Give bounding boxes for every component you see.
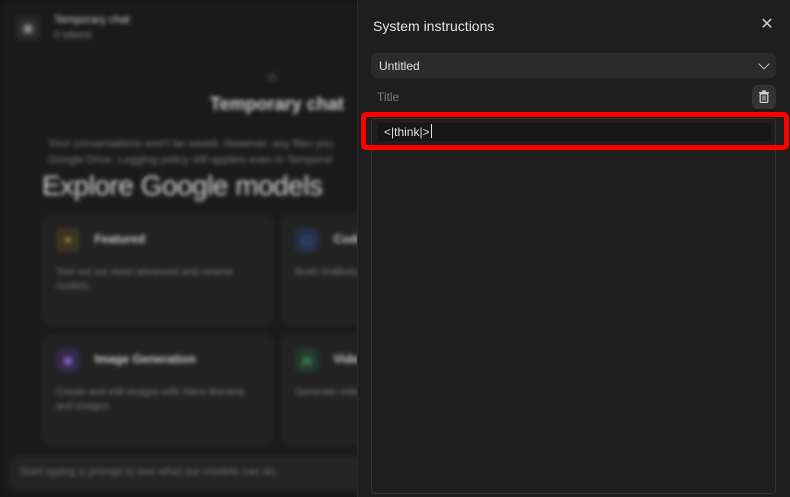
card-desc: Test out our most advanced and newest mo… [56,267,233,292]
video-icon: ▤ [295,348,319,372]
instruction-select-value: Untitled [379,58,420,73]
system-instructions-panel: System instructions ✕ Untitled <|think|> [357,0,790,497]
card-desc: Create and edit images with Nano Banana … [56,387,244,412]
card-title: Image Generation [94,352,196,367]
instruction-select[interactable]: Untitled [371,53,776,78]
trash-icon[interactable] [752,84,776,109]
card-title: Featured [94,231,146,246]
system-instructions-textarea[interactable]: <|think|> [371,118,776,494]
prompt-input[interactable]: Start typing a prompt to see what our mo… [10,456,370,490]
title-input[interactable] [371,84,752,109]
panel-title: System instructions [373,18,495,34]
temporary-chat-icon: ⌂ [268,68,277,84]
code-icon: ▢ [295,228,319,252]
explore-title: Explore Google models [42,170,323,201]
token-count: 5 tokens [54,30,92,41]
chat-header: ▣ Temporary chat 5 tokens [16,14,130,41]
close-icon[interactable]: ✕ [758,16,776,34]
text-cursor [430,124,432,138]
star-icon: ● [56,228,80,252]
instructions-line: <|think|> [378,123,771,141]
chat-icon[interactable]: ▣ [16,15,40,40]
chat-title: Temporary chat [54,14,130,26]
temporary-chat-heading: Temporary chat [210,94,344,114]
image-icon: ▣ [56,348,80,372]
card-image-generation[interactable]: ▣ Image Generation Create and edit image… [42,334,274,446]
instructions-text: <|think|> [384,125,430,139]
chevron-down-icon [758,57,770,70]
screen: ▣ Temporary chat 5 tokens ⌂ Temporary ch… [0,0,790,497]
temporary-chat-notice: Your conversations won't be saved. Howev… [48,138,334,166]
card-featured[interactable]: ● Featured Test out our most advanced an… [42,214,274,326]
chat-meta: Temporary chat 5 tokens [54,14,130,41]
title-row [371,84,776,109]
